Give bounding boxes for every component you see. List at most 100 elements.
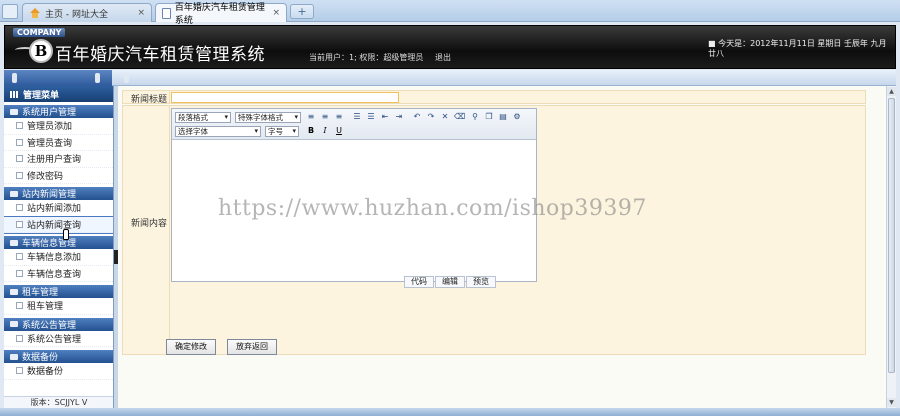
sidebar-item-admin-add[interactable]: 管理员添加 — [4, 118, 113, 135]
redo-icon[interactable]: ↷ — [426, 112, 436, 122]
doc-icon — [16, 269, 23, 277]
sidebar-item-rental[interactable]: 租车管理 — [4, 298, 113, 315]
item-label: 数据备份 — [27, 367, 64, 378]
browser-tab-strip: 主页 - 网址大全 × 百年婚庆汽车租赁管理系统 × + — [0, 0, 900, 26]
sidebar-item-news-query[interactable]: 站内新闻查询 — [4, 215, 113, 234]
font-size-select[interactable]: 字号 — [265, 126, 299, 137]
confirm-modify-button[interactable]: 确定修改 — [166, 339, 216, 355]
title-row: 新闻标题 — [122, 90, 866, 105]
paste-icon[interactable]: ▤ — [498, 112, 508, 122]
sidebar-item-vehicle-add[interactable]: 车辆信息添加 — [4, 249, 113, 266]
sidebar-item-change-password[interactable]: 修改密码 — [4, 168, 113, 184]
copy-icon[interactable]: ❐ — [484, 112, 494, 122]
sidebar-item-news-add[interactable]: 站内新闻添加 — [4, 200, 113, 217]
remove-format-icon[interactable]: ⌫ — [454, 112, 465, 122]
sidebar: 管理菜单 系统用户管理 管理员添加 管理员查询 注册用户查询 修改密码 站内新闻… — [4, 86, 114, 408]
page-icon — [162, 7, 171, 19]
undo-icon[interactable]: ↶ — [412, 112, 422, 122]
doc-icon — [16, 302, 23, 310]
unordered-list-icon[interactable]: ☰ — [366, 112, 376, 122]
item-label: 车辆信息添加 — [27, 253, 82, 264]
menu-group-vehicle[interactable]: 车辆信息管理 — [4, 236, 113, 249]
item-label: 系统公告管理 — [27, 334, 82, 345]
sidebar-item-notice[interactable]: 系统公告管理 — [4, 331, 113, 347]
item-label: 租车管理 — [27, 302, 64, 313]
find-icon[interactable]: ⚲ — [470, 112, 480, 122]
mode-tab-code[interactable]: 代码 — [404, 276, 434, 288]
watermark-text: https://www.huzhan.com/ishop39397 — [218, 196, 647, 221]
bold-button[interactable]: B — [306, 126, 316, 136]
menu-group-rental[interactable]: 租车管理 — [4, 285, 113, 298]
doc-icon — [16, 138, 23, 146]
align-right-icon[interactable]: ≡ — [334, 112, 344, 122]
menu-group-backup[interactable]: 数据备份 — [4, 350, 113, 363]
special-font-select[interactable]: 特殊字体格式 — [235, 112, 301, 123]
doc-icon — [16, 171, 23, 179]
mode-tab-preview[interactable]: 预览 — [466, 276, 496, 288]
item-label: 管理员查询 — [27, 138, 73, 149]
ordered-list-icon[interactable]: ☰ — [352, 112, 362, 122]
menu-group-news[interactable]: 站内新闻管理 — [4, 187, 113, 200]
content-row: 新闻内容 段落格式 特殊字体格式 ≡ ≡ ≡ ☰ ☰ ⇤ ⇥ ↶ ↷ ✕ ⌫ ⚲… — [122, 105, 866, 355]
group-label: 站内新闻管理 — [22, 190, 77, 200]
menu-grid-icon — [10, 90, 19, 98]
group-label: 数据备份 — [22, 353, 59, 363]
folder-icon — [10, 239, 18, 246]
doc-icon — [16, 204, 23, 212]
menu-title-label: 管理菜单 — [23, 90, 60, 101]
underline-button[interactable]: U — [334, 126, 344, 136]
outdent-icon[interactable]: ⇤ — [380, 112, 390, 122]
sidebar-item-backup[interactable]: 数据备份 — [4, 363, 113, 380]
vertical-scrollbar[interactable]: ▲ ▼ — [886, 86, 896, 408]
item-label: 站内新闻查询 — [27, 220, 82, 231]
scroll-up-icon[interactable]: ▲ — [887, 87, 896, 96]
browser-tab-label: 百年婚庆汽车租赁管理系统 — [174, 3, 265, 26]
folder-icon — [10, 353, 18, 360]
browser-tab-home[interactable]: 主页 - 网址大全 × — [22, 3, 152, 22]
item-label: 修改密码 — [27, 171, 64, 182]
doc-icon — [16, 122, 23, 130]
close-icon[interactable]: × — [272, 8, 280, 18]
folder-icon — [10, 321, 18, 327]
toolbar-strip — [4, 70, 896, 86]
folder-icon — [10, 190, 18, 197]
cell-divider — [169, 106, 170, 354]
menu-title: 管理菜单 — [4, 86, 113, 102]
sidebar-item-admin-query[interactable]: 管理员查询 — [4, 135, 113, 151]
content-label: 新闻内容 — [130, 219, 167, 229]
italic-button[interactable]: I — [320, 126, 330, 136]
cancel-return-button[interactable]: 放弃返回 — [227, 339, 277, 355]
align-center-icon[interactable]: ≡ — [320, 112, 330, 122]
version-label: 版本：SCJJYL V — [4, 396, 113, 408]
menu-group-user[interactable]: 系统用户管理 — [4, 105, 113, 118]
mode-tab-edit[interactable]: 编辑 — [435, 276, 465, 288]
new-tab-button[interactable]: + — [290, 4, 314, 19]
news-title-input[interactable] — [171, 92, 399, 103]
font-select[interactable]: 选择字体 — [175, 126, 261, 137]
cell-divider — [169, 91, 170, 103]
sidebar-item-vehicle-query[interactable]: 车辆信息查询 — [4, 266, 113, 282]
logout-link[interactable]: 退出 — [435, 52, 451, 63]
item-label: 管理员添加 — [27, 122, 73, 133]
doc-icon — [16, 220, 23, 228]
indent-icon[interactable]: ⇥ — [394, 112, 404, 122]
browser-tab-system[interactable]: 百年婚庆汽车租赁管理系统 × — [155, 3, 287, 26]
paragraph-format-select[interactable]: 段落格式 — [175, 112, 231, 123]
settings-icon[interactable]: ⚙ — [512, 112, 522, 122]
cursor-icon — [61, 229, 71, 241]
rich-text-editor: 段落格式 特殊字体格式 ≡ ≡ ≡ ☰ ☰ ⇤ ⇥ ↶ ↷ ✕ ⌫ ⚲ ❐ ▤ … — [171, 108, 537, 282]
browser-menu-button[interactable] — [2, 4, 18, 19]
align-left-icon[interactable]: ≡ — [306, 112, 316, 122]
pin-icon — [95, 73, 100, 83]
logo-icon: B — [29, 39, 53, 63]
group-label: 系统公告管理 — [22, 320, 77, 331]
group-label: 系统用户管理 — [22, 108, 77, 118]
menu-group-notice[interactable]: 系统公告管理 — [4, 317, 113, 331]
scroll-thumb[interactable] — [888, 98, 895, 373]
close-icon[interactable]: × — [137, 8, 145, 18]
sidebar-item-user-query[interactable]: 注册用户查询 — [4, 151, 113, 168]
date-display: ■ 今天是：2012年11月11日 星期日 壬辰年 九月廿八 — [708, 39, 887, 58]
delete-icon[interactable]: ✕ — [440, 112, 450, 122]
scroll-down-icon[interactable]: ▼ — [887, 398, 896, 407]
pin-icon — [124, 73, 129, 83]
